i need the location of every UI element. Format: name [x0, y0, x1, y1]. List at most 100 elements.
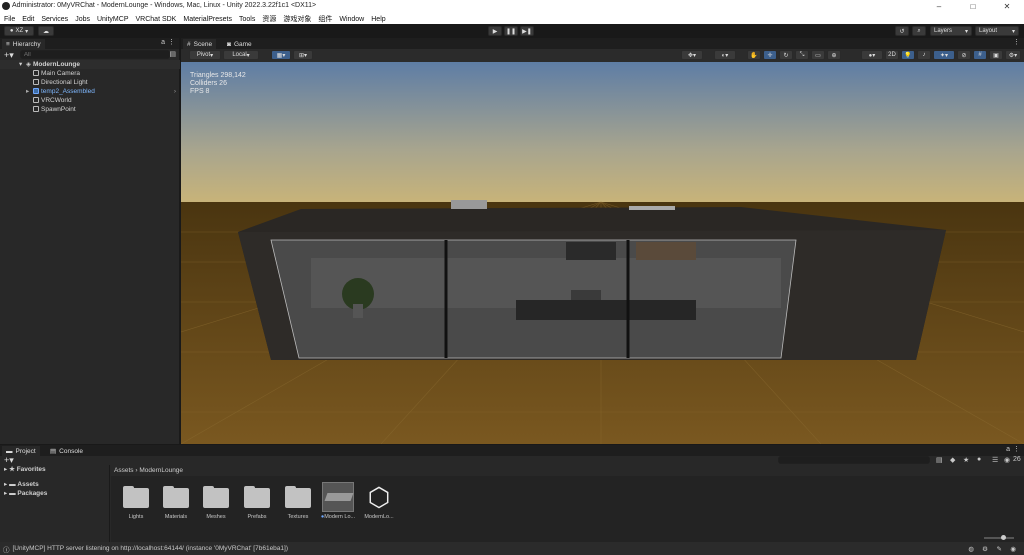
grid-snap-button[interactable]: ▦▾: [271, 50, 291, 60]
search-options-icon[interactable]: ▤: [169, 50, 176, 58]
menu-edit[interactable]: Edit: [18, 14, 37, 23]
globe-icon: ◐▾: [721, 52, 729, 59]
menu-assets[interactable]: 资源: [258, 12, 279, 24]
tree-item-vrcworld[interactable]: VRCWorld: [0, 96, 180, 105]
cloud-button[interactable]: ☁: [38, 26, 54, 36]
hidden-packages-icon[interactable]: ☰: [992, 456, 998, 464]
tree-item-spawnpoint[interactable]: SpawnPoint: [0, 105, 180, 114]
layout-dropdown[interactable]: Layout ▾: [975, 26, 1019, 36]
settings-icon[interactable]: ⚙: [982, 545, 988, 553]
tab-console[interactable]: ▤ Console: [46, 446, 88, 456]
asset-folder-textures[interactable]: Textures: [278, 486, 318, 520]
debug-icon[interactable]: ✎: [997, 545, 1002, 553]
snap-increment-button[interactable]: ⊞▾: [293, 50, 313, 60]
lock-icon[interactable]: a: [161, 39, 165, 46]
tree-item-temp2-assembled[interactable]: ▸ temp2_Assembled ›: [0, 87, 180, 96]
close-button[interactable]: ✕: [990, 0, 1024, 12]
console-icon: ▤: [50, 448, 57, 455]
grid-toggle-button[interactable]: #: [973, 50, 987, 60]
layers-dropdown[interactable]: Layers ▾: [930, 26, 972, 36]
effects-dropdown[interactable]: ✦▾: [933, 50, 955, 60]
scene-tabstrip: # Scene ◙ Game ⋮: [181, 38, 1024, 49]
rect-tool-button[interactable]: ▭: [811, 50, 825, 60]
scene-grid-icon: #: [187, 40, 191, 48]
hidden-objects-button[interactable]: ⊘: [957, 50, 971, 60]
step-button[interactable]: ▶❚: [520, 26, 534, 36]
triangles-stat: Triangles 298,142: [190, 72, 246, 79]
menu-component[interactable]: 组件: [314, 12, 335, 24]
menu-help[interactable]: Help: [367, 14, 388, 23]
hand-tool-button[interactable]: ✋: [747, 50, 761, 60]
tree-item-packages[interactable]: ▸ ▬ Packages: [0, 489, 109, 498]
lock-icon[interactable]: a: [1006, 446, 1010, 453]
menu-gameobject[interactable]: 游戏对象: [279, 12, 314, 24]
lighting-toggle-button[interactable]: 💡: [901, 50, 915, 60]
account-button[interactable]: ● XZ ▾: [4, 26, 34, 36]
tab-scene[interactable]: # Scene: [183, 39, 217, 49]
asset-scene-modernlounge[interactable]: ⬡ ModernLo...: [359, 482, 399, 520]
shading-mode-button[interactable]: ●▾: [861, 50, 883, 60]
asset-folder-meshes[interactable]: Meshes: [196, 486, 236, 520]
maximize-button[interactable]: □: [956, 0, 990, 12]
gizmos-dropdown[interactable]: ⚙▾: [1005, 50, 1021, 60]
orientation-gizmo-button[interactable]: ✥▾: [681, 50, 703, 60]
chevron-down-icon: ▾: [246, 52, 250, 59]
gameobject-icon: [33, 79, 39, 85]
pivot-dropdown[interactable]: Pivot ▾: [189, 50, 221, 60]
thumbnail-size-slider[interactable]: [984, 535, 1014, 540]
scale-tool-button[interactable]: ⤡: [795, 50, 809, 60]
notification-icon[interactable]: ◉: [1010, 545, 1016, 553]
local-dropdown[interactable]: Local ▾: [223, 50, 259, 60]
menu-tools[interactable]: Tools: [235, 14, 258, 23]
transform-icon: ⊕: [831, 52, 837, 59]
transform-tool-button[interactable]: ⊕: [827, 50, 841, 60]
menu-services[interactable]: Services: [37, 14, 71, 23]
menu-dots-icon[interactable]: ⋮: [1013, 445, 1020, 453]
tree-item-scene[interactable]: ▾ ◈ ModernLounge: [0, 60, 180, 69]
play-button[interactable]: ▶: [488, 26, 502, 36]
minimize-button[interactable]: –: [922, 0, 956, 12]
menu-dots-icon[interactable]: ⋮: [1013, 38, 1020, 46]
tree-item-main-camera[interactable]: Main Camera: [0, 69, 180, 78]
menu-dots-icon[interactable]: ⋮: [168, 38, 175, 46]
camera-settings-button[interactable]: ▣: [989, 50, 1003, 60]
scene-viewport[interactable]: Triangles 298,142 Colliders 26 FPS 8: [181, 62, 1024, 444]
info-icon: ⓘ: [3, 546, 10, 554]
menu-jobs[interactable]: Jobs: [71, 14, 93, 23]
rotate-tool-button[interactable]: ↻: [779, 50, 793, 60]
breadcrumb-assets[interactable]: Assets: [114, 467, 134, 474]
menu-file[interactable]: File: [0, 14, 18, 23]
tree-item-assets[interactable]: ▸ ▬ Assets: [0, 480, 109, 489]
asset-prefab-modern-lounge[interactable]: ●Modern Lo...: [318, 482, 358, 520]
menu-window[interactable]: Window: [335, 14, 367, 23]
tree-item-directional-light[interactable]: Directional Light: [0, 78, 180, 87]
pause-button[interactable]: ❚❚: [504, 26, 518, 36]
move-tool-button[interactable]: ✛: [763, 50, 777, 60]
project-search-input[interactable]: [778, 456, 930, 464]
2d-toggle-button[interactable]: 2D: [885, 50, 899, 60]
undo-history-button[interactable]: ↺: [895, 26, 909, 36]
expand-arrow-icon: ▸: [26, 88, 30, 95]
menu-unitymcp[interactable]: UnityMCP: [93, 14, 132, 23]
asset-folder-materials[interactable]: Materials: [156, 486, 196, 520]
breadcrumb-modernlounge[interactable]: ModernLounge: [139, 467, 183, 474]
tab-game[interactable]: ◙ Game: [223, 39, 256, 49]
hierarchy-panel: ≡Hierarchy a ⋮ +▾ ▤ ▾◈ModernLounge Main …: [0, 38, 180, 444]
filter-type-icon[interactable]: ▤: [936, 456, 943, 464]
status-message[interactable]: [UnityMCP] HTTP server listening on http…: [13, 545, 289, 552]
asset-folder-prefabs[interactable]: Prefabs: [237, 486, 277, 520]
menu-vrchat-sdk[interactable]: VRChat SDK: [132, 14, 180, 23]
tree-item-favorites[interactable]: ▸ ★ Favorites: [0, 465, 109, 474]
hierarchy-search-input[interactable]: [20, 50, 170, 59]
asset-folder-lights[interactable]: Lights: [116, 486, 156, 520]
move-arrows-icon: ✥▾: [687, 52, 697, 59]
eye-slash-icon: ⊘: [961, 52, 967, 59]
draw-mode-button[interactable]: ◐▾: [714, 50, 736, 60]
filter-label-icon[interactable]: ◆: [950, 456, 955, 464]
visibility-icon[interactable]: ●: [977, 456, 981, 463]
favorite-search-icon[interactable]: ★: [963, 456, 969, 464]
menu-materialpresets[interactable]: MaterialPresets: [179, 14, 235, 23]
audio-toggle-button[interactable]: ♪: [917, 50, 931, 60]
tab-hierarchy[interactable]: ≡ Hierarchy: [2, 39, 45, 49]
search-button[interactable]: ⌕: [912, 26, 926, 36]
